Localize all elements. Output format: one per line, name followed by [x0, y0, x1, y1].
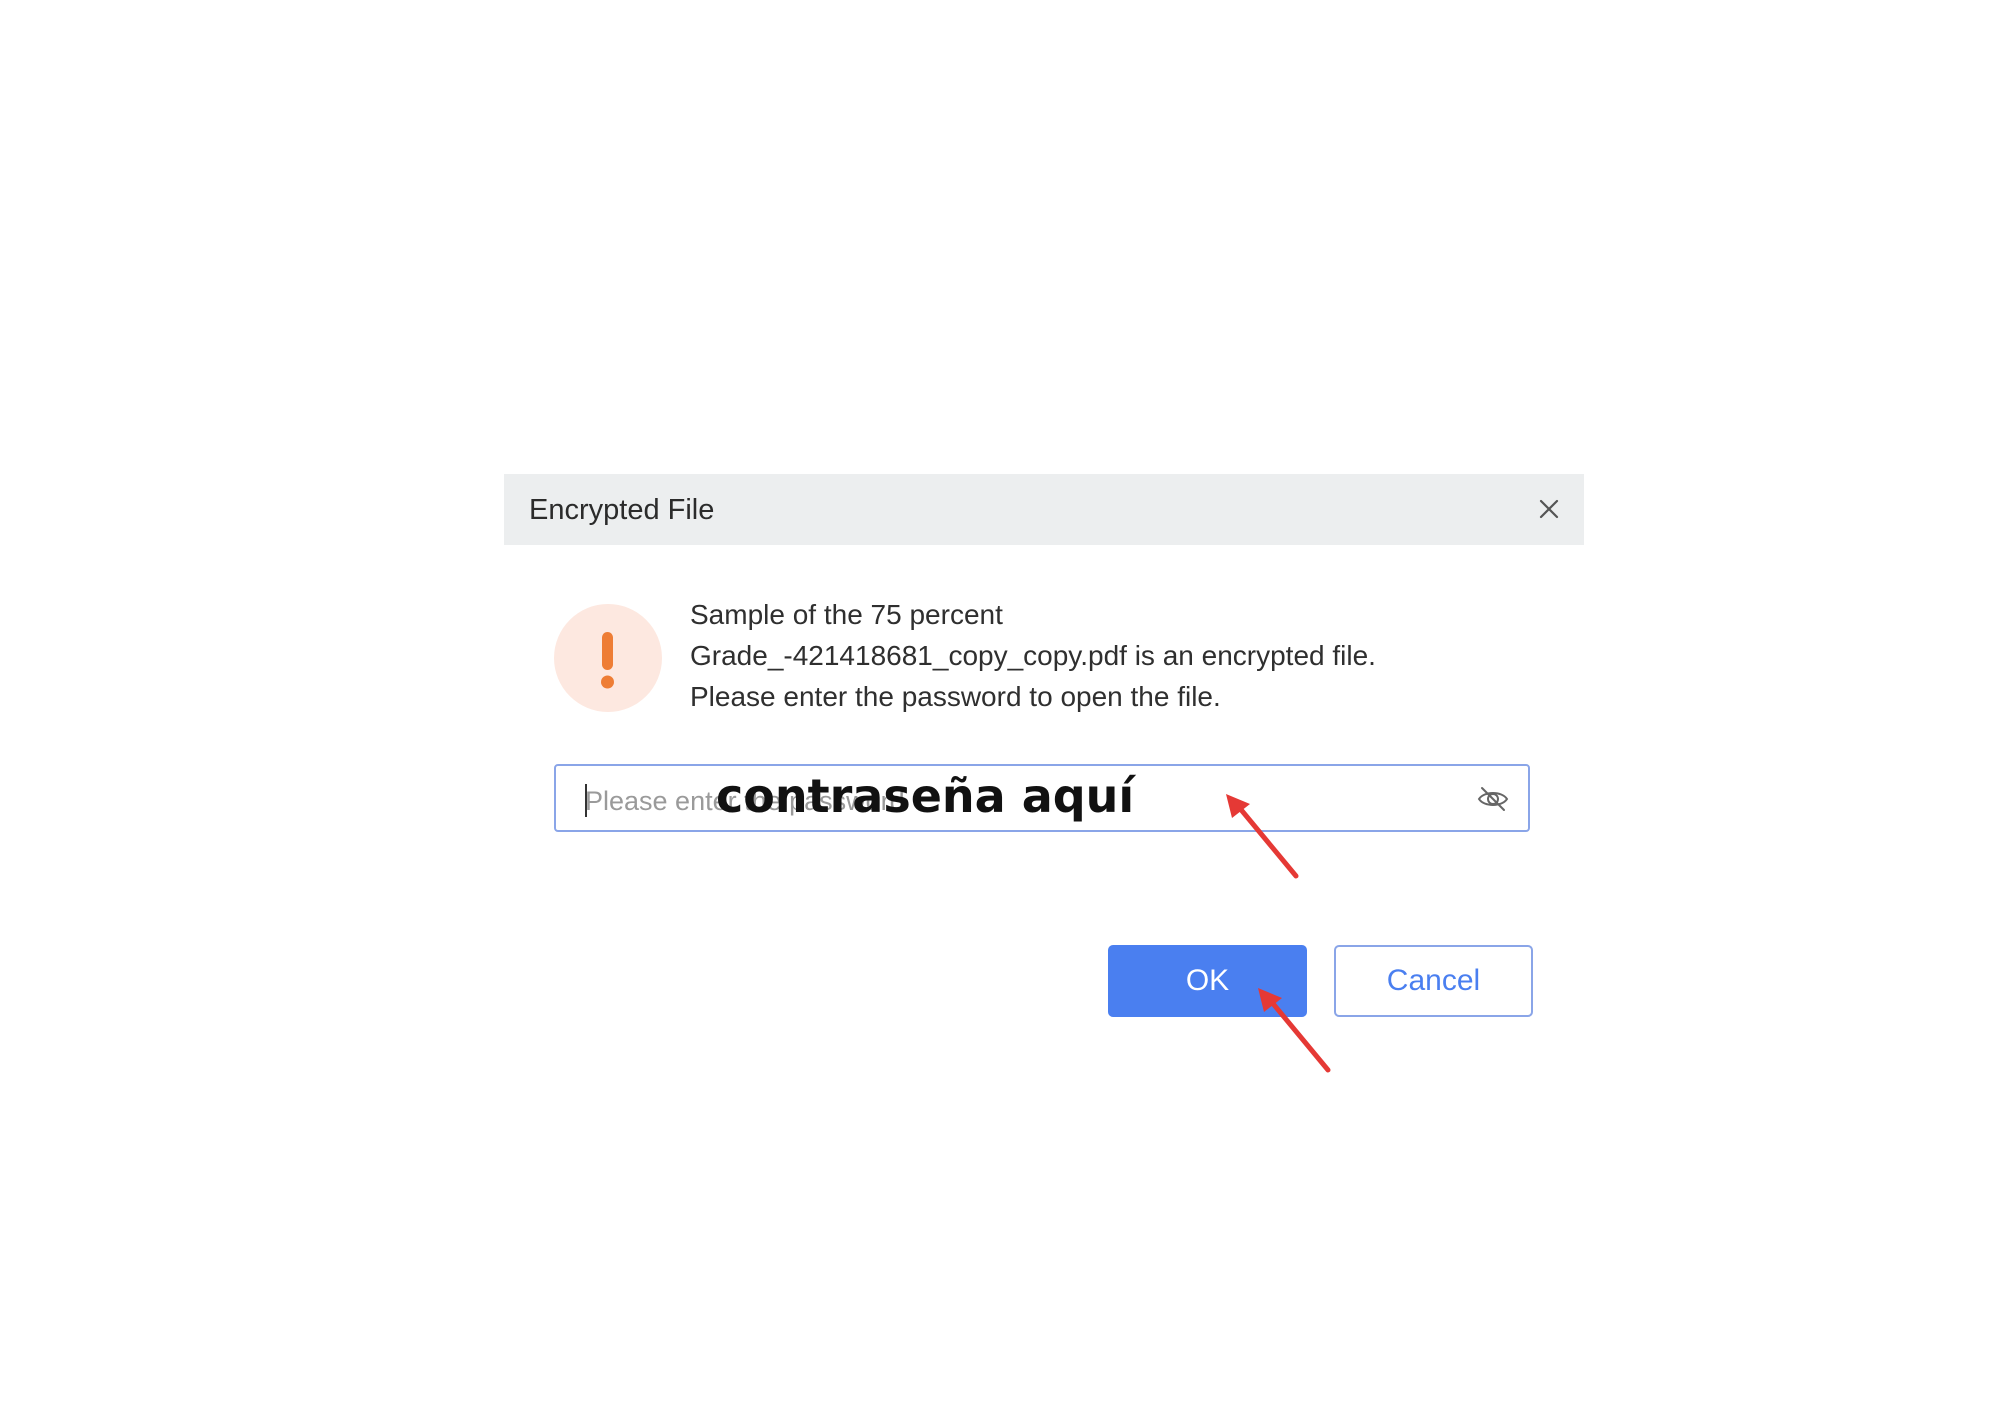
message-line: Please enter the password to open the fi… [690, 681, 1221, 712]
annotation-arrow-icon [1258, 988, 1331, 1073]
dialog-titlebar: Encrypted File [504, 474, 1584, 545]
close-icon [1539, 499, 1559, 519]
message-line: Sample of the 75 percent [690, 599, 1003, 630]
toggle-password-visibility-button[interactable] [1476, 784, 1510, 814]
eye-slash-icon [1477, 787, 1509, 811]
annotation-arrow-icon [1226, 794, 1299, 879]
close-button[interactable] [1534, 494, 1564, 524]
annotation-overlay-text: contraseña aquí [716, 769, 1135, 823]
message-line: Grade_-421418681_copy_copy.pdf is an enc… [690, 640, 1376, 671]
exclamation-icon [601, 632, 614, 689]
warning-badge [554, 604, 662, 712]
dialog-message: Sample of the 75 percent Grade_-42141868… [690, 594, 1376, 717]
dialog-title: Encrypted File [529, 494, 715, 526]
page: Encrypted File Sample of the 75 percent … [0, 0, 2000, 1414]
encrypted-file-dialog: Encrypted File Sample of the 75 percent … [504, 474, 1584, 1054]
text-caret [585, 784, 587, 817]
cancel-button[interactable]: Cancel [1334, 945, 1533, 1017]
